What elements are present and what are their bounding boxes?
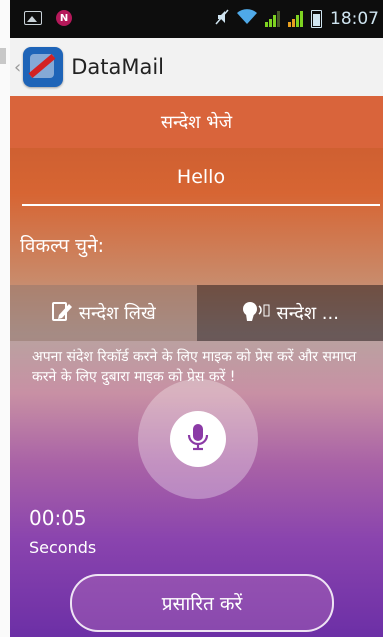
phone-screen: N 18:07 ‹ DataMail सन्देश भेजे Hello विक… xyxy=(10,0,383,637)
mute-icon xyxy=(215,9,229,29)
image-icon xyxy=(24,11,42,25)
app-bar: ‹ DataMail xyxy=(10,38,383,96)
notification-n-icon: N xyxy=(56,10,72,26)
tab-voice-label: सन्देश ... xyxy=(276,303,339,324)
status-bar: N 18:07 xyxy=(10,0,383,38)
timer-unit: Seconds xyxy=(29,538,97,557)
microphone-icon xyxy=(187,422,209,456)
edge-tick xyxy=(0,48,6,64)
screen-header: सन्देश भेजे xyxy=(10,96,383,148)
back-chevron-icon[interactable]: ‹ xyxy=(14,57,21,78)
send-message-screen: सन्देश भेजे Hello विकल्प चुने: सन्देश लि… xyxy=(10,96,383,637)
wifi-icon xyxy=(237,9,257,29)
options-label: विकल्प चुने: xyxy=(20,235,105,257)
write-icon xyxy=(51,300,73,327)
tab-write-label: सन्देश लिखे xyxy=(78,303,156,324)
tab-write-message[interactable]: सन्देश लिखे xyxy=(10,285,197,341)
recording-timer: 00:05 xyxy=(29,506,87,530)
voice-icon xyxy=(241,300,271,327)
signal-icon-1 xyxy=(265,11,280,27)
left-edge-strip xyxy=(0,0,10,637)
battery-icon xyxy=(311,10,322,28)
datamail-logo-icon[interactable] xyxy=(23,47,64,87)
option-tabs: सन्देश लिखे सन्देश ... xyxy=(10,285,383,341)
broadcast-button[interactable]: प्रसारित करें xyxy=(70,574,334,632)
mic-halo xyxy=(138,379,258,499)
app-title: DataMail xyxy=(71,55,165,79)
signal-icon-2 xyxy=(288,11,303,27)
mic-button[interactable] xyxy=(170,411,226,467)
message-input[interactable]: Hello xyxy=(22,150,380,206)
status-time: 18:07 xyxy=(330,9,379,29)
tab-voice-message[interactable]: सन्देश ... xyxy=(196,285,383,341)
